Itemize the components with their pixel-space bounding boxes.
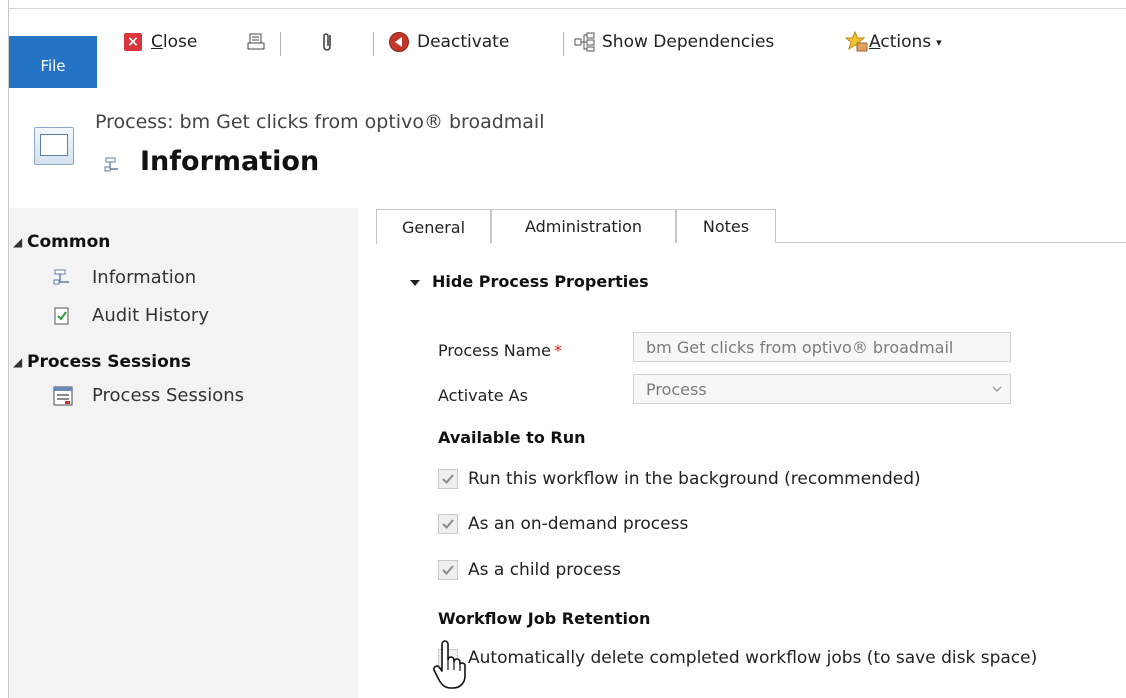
checkbox-label: Run this workflow in the background (rec… (468, 469, 921, 489)
actions-icon (845, 31, 868, 52)
process-entity-icon (34, 127, 74, 165)
window-top-edge (0, 0, 1126, 9)
process-name-field[interactable]: bm Get clicks from optivo® broadmail (633, 332, 1011, 362)
available-to-run-heading: Available to Run (438, 428, 586, 447)
nav-group-process-sessions[interactable]: Process Sessions (27, 352, 191, 372)
hide-process-properties-toggle[interactable]: Hide Process Properties (410, 272, 649, 291)
page-title: Information (140, 146, 320, 177)
file-tab[interactable]: File (9, 36, 97, 88)
toolbar-separator (373, 32, 374, 56)
checkbox-child-process[interactable] (438, 560, 458, 580)
print-button[interactable] (246, 28, 266, 56)
chevron-down-icon (992, 386, 1002, 392)
activate-as-label: Activate As (438, 386, 528, 405)
section-title: Hide Process Properties (432, 272, 649, 291)
checkbox-label: Automatically delete completed workflow … (468, 648, 1038, 668)
tab-notes[interactable]: Notes (676, 209, 776, 243)
toolbar-separator (280, 32, 281, 56)
collapse-triangle-icon[interactable]: ◢ (13, 355, 22, 369)
workflow-icon (104, 157, 118, 172)
hand-cursor-icon (433, 640, 466, 689)
toolbar-separator (563, 32, 564, 56)
tab-administration[interactable]: Administration (491, 209, 676, 243)
dependencies-icon (574, 32, 595, 52)
collapse-arrow-icon (410, 279, 420, 286)
checkmark-icon (442, 474, 454, 484)
deactivate-label: Deactivate (417, 32, 510, 52)
nav-item-process-sessions[interactable]: Process Sessions (92, 385, 244, 406)
activate-as-select[interactable]: Process (633, 374, 1011, 404)
checkbox-background[interactable] (438, 469, 458, 489)
nav-item-audit-history[interactable]: Audit History (92, 305, 209, 326)
print-icon (247, 33, 265, 50)
checkmark-icon (442, 519, 454, 529)
close-button[interactable]: × Close (124, 28, 197, 56)
close-label: Close (151, 32, 198, 52)
activate-as-value: Process (646, 379, 707, 399)
attach-button[interactable] (321, 28, 335, 56)
checkbox-label: As an on-demand process (468, 514, 689, 534)
tab-general[interactable]: General (376, 209, 491, 244)
workflow-icon (53, 269, 69, 285)
audit-history-icon (54, 307, 69, 325)
process-name-label: Process Name * (438, 341, 562, 360)
actions-button[interactable]: Actions ▾ (845, 28, 942, 56)
show-dependencies-label: Show Dependencies (602, 32, 775, 52)
record-subtitle: Process: bm Get clicks from optivo® broa… (95, 111, 545, 133)
show-dependencies-button[interactable]: Show Dependencies (574, 28, 774, 56)
required-asterisk: * (553, 341, 562, 360)
collapse-triangle-icon[interactable]: ◢ (13, 235, 22, 249)
nav-item-information[interactable]: Information (92, 267, 196, 288)
checkbox-label: As a child process (468, 560, 621, 580)
deactivate-button[interactable]: Deactivate (389, 28, 509, 56)
actions-label: Actions (869, 32, 932, 52)
paperclip-icon (323, 33, 331, 51)
close-icon: × (124, 33, 142, 51)
nav-group-common[interactable]: Common (27, 232, 110, 252)
checkbox-on-demand[interactable] (438, 514, 458, 534)
chevron-down-icon: ▾ (936, 35, 942, 49)
deactivate-icon (389, 32, 409, 52)
checkmark-icon (442, 565, 454, 575)
process-sessions-icon (53, 386, 73, 406)
window-left-edge (0, 0, 9, 698)
workflow-job-retention-heading: Workflow Job Retention (438, 609, 651, 628)
